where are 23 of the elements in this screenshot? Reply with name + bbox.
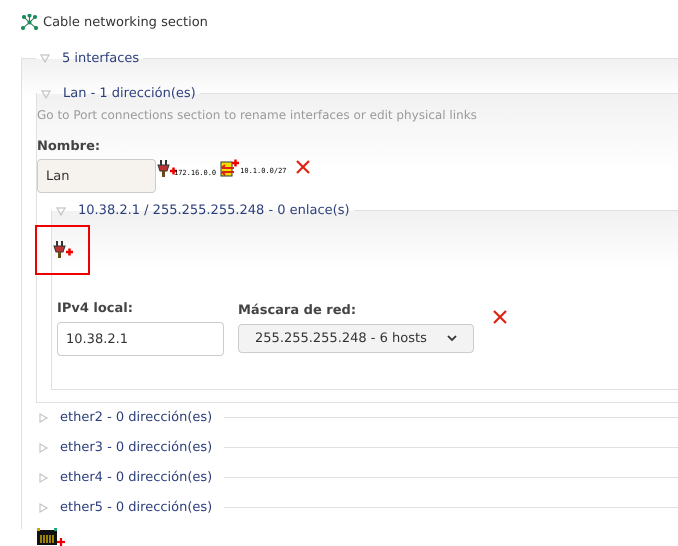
- hint-text: Go to Port connections section to rename interfaces or edit physical links: [37, 106, 478, 124]
- interface-legend[interactable]: ether2 - 0 dirección(es): [60, 408, 212, 428]
- add-link-button[interactable]: [35, 224, 90, 274]
- netmask-label: Máscara de red:: [238, 302, 358, 320]
- delete-icon[interactable]: [294, 159, 311, 175]
- route-add-icon[interactable]: [220, 159, 240, 177]
- interface-legend[interactable]: Lan - 1 dirección(es): [63, 84, 196, 104]
- chevron-down-icon: [447, 335, 457, 342]
- plug-add-icon[interactable]: [52, 240, 74, 260]
- netmask-select[interactable]: 255.255.255.248 - 6 hosts: [238, 324, 474, 353]
- address-legend[interactable]: 10.38.2.1 / 255.255.255.248 - 0 enlace(s): [78, 201, 350, 220]
- interface-legend[interactable]: ether4 - 0 dirección(es): [60, 468, 212, 488]
- ethernet-port-add-icon[interactable]: [36, 526, 66, 546]
- interface-legend[interactable]: ether3 - 0 dirección(es): [60, 438, 212, 458]
- name-label: Nombre:: [37, 138, 102, 156]
- name-field[interactable]: Lan: [37, 159, 156, 193]
- ipv4-label: IPv4 local:: [57, 300, 134, 318]
- group-legend[interactable]: 5 interfaces: [62, 48, 140, 68]
- ipv4-field[interactable]: 10.38.2.1: [57, 322, 224, 356]
- delete-icon[interactable]: [492, 308, 508, 324]
- network-icon: [21, 14, 38, 32]
- interface-legend[interactable]: ether5 - 0 dirección(es): [60, 498, 212, 518]
- section-title: Cable networking section: [43, 14, 208, 32]
